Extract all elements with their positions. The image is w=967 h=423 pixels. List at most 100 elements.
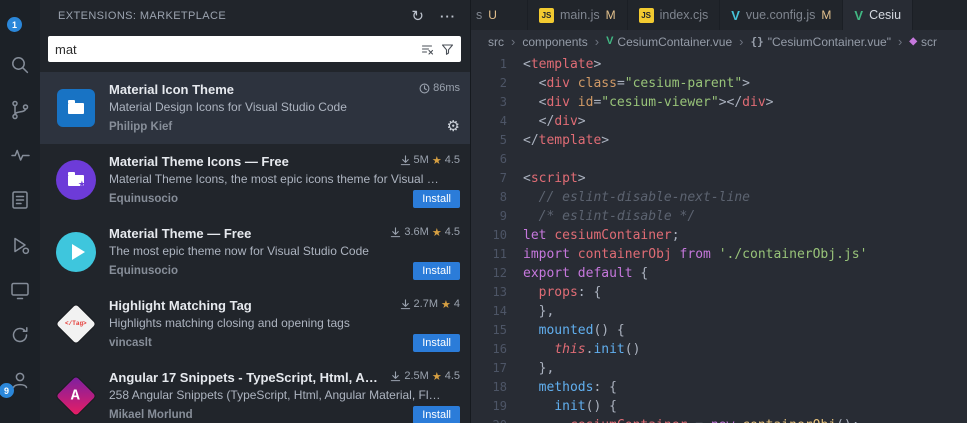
editor-group: s U JS main.js M JS index.cjs Vvue.config.js M V C…: [470, 0, 967, 423]
extension-stats: 86ms: [419, 82, 460, 94]
extension-list-item[interactable]: A Angular 17 Snippets - TypeScript, Html,…: [40, 360, 470, 423]
code-text: props: {: [538, 285, 602, 300]
extension-list-item[interactable]: Material Icon Theme 86ms Material Design I…: [40, 72, 470, 144]
breadcrumb-item[interactable]: components: [522, 35, 587, 49]
breadcrumb-item[interactable]: ◆ scr: [909, 35, 937, 49]
search-icon[interactable]: [7, 52, 33, 78]
download-icon: [400, 154, 411, 166]
circle-logo-shape: [56, 232, 96, 272]
tab-label: Cesiu: [869, 8, 902, 22]
line-number: 4: [499, 114, 507, 128]
filter-icon[interactable]: [441, 43, 461, 56]
install-button[interactable]: Install: [413, 261, 460, 280]
refresh-icon[interactable]: ↻: [411, 9, 424, 24]
extension-list-item[interactable]: Material Theme — Free 3.6M ★ 4.5 The most ep…: [40, 216, 470, 288]
vscode-window: 1 9 EXTENSIONS: MARKETPLACE ↻ ··· mat Ma…: [0, 0, 967, 423]
gear-icon[interactable]: ⚙: [447, 119, 460, 134]
extension-author: Equinusocio: [109, 192, 178, 205]
logo-glyph: A: [71, 387, 81, 405]
code-text: export default {: [523, 266, 649, 281]
breadcrumb-label: components: [522, 34, 588, 49]
rating-value: 4: [453, 298, 460, 310]
code-line: 14 },: [471, 302, 967, 321]
extension-description: Material Theme Icons, the most epic icon…: [109, 172, 439, 186]
breadcrumb-label: scr: [921, 34, 938, 49]
tab-bar: s U JS main.js M JS index.cjs Vvue.config.js M V C…: [471, 0, 967, 30]
code-text: import containerObj from './containerObj…: [523, 247, 868, 262]
extension-title: Angular 17 Snippets - TypeScript, Html, …: [109, 369, 383, 385]
editor-tab[interactable]: JS index.cjs: [627, 0, 721, 30]
line-number: 2: [499, 76, 507, 90]
code-text: methods: {: [538, 380, 617, 395]
editor-tab[interactable]: Vvue.config.js M: [720, 0, 844, 30]
editor-tab[interactable]: JS main.js M: [528, 0, 628, 30]
install-button[interactable]: Install: [413, 405, 460, 423]
folder-icon: ★: [68, 171, 86, 189]
line-number: 3: [499, 95, 507, 109]
rating-value: 4.5: [444, 226, 460, 238]
code-line: 12 export default {: [471, 264, 967, 283]
extension-description: 258 Angular Snippets (TypeScript, Html, …: [109, 388, 441, 402]
pulse-icon[interactable]: [7, 142, 33, 168]
install-button[interactable]: Install: [413, 189, 460, 208]
accounts-icon[interactable]: 9: [0, 367, 33, 398]
extension-description: Highlights matching closing and opening …: [109, 316, 350, 330]
tab-label: s: [476, 8, 483, 22]
line-number: 14: [492, 304, 507, 318]
circle-logo-shape: ★: [56, 160, 96, 200]
extension-author: Philipp Kief: [109, 120, 173, 133]
download-count: 2.7M: [413, 298, 438, 310]
line-number: 12: [492, 266, 507, 280]
sync-icon[interactable]: [7, 322, 33, 348]
star-icon: ★: [431, 370, 442, 383]
code-line: 20 cesiumContainer = new containerObj();: [471, 416, 967, 423]
extension-logo: [54, 230, 98, 274]
editor-tab[interactable]: sU: [471, 0, 528, 30]
rating-value: 4.5: [444, 370, 460, 382]
diamond-logo-shape: </Tag>: [56, 304, 96, 344]
code-line: 4 </div>: [471, 112, 967, 131]
star-icon: ★: [441, 298, 451, 311]
install-button[interactable]: Install: [413, 333, 460, 352]
clock-icon: [419, 83, 430, 94]
code-text: this.init(): [554, 342, 641, 357]
code-line: 1 <template>: [471, 55, 967, 74]
code-line: 7 <script>: [471, 169, 967, 188]
extension-list-item[interactable]: ★ Material Theme Icons — Free 5M ★ 4.5 Materi…: [40, 144, 470, 216]
more-actions-icon[interactable]: ···: [440, 10, 456, 23]
square-logo-shape: [57, 89, 95, 127]
run-debug-icon[interactable]: [7, 232, 33, 258]
line-number: 20: [471, 416, 523, 423]
extension-list-item[interactable]: </Tag> Highlight Matching Tag 2.7M ★ 4 Highli…: [40, 288, 470, 360]
code-text: <div id="cesium-viewer"></div>: [523, 95, 774, 110]
download-icon: [390, 226, 401, 238]
code-area[interactable]: 1 <template> 2 <div class="cesium-parent">…: [471, 53, 967, 423]
extensions-list: Material Icon Theme 86ms Material Design I…: [40, 72, 470, 423]
notebook-icon[interactable]: [7, 187, 33, 213]
code-text: cesiumContainer = new containerObj();: [523, 416, 860, 423]
source-control-icon[interactable]: [7, 97, 33, 123]
breadcrumb-item[interactable]: V CesiumContainer.vue: [606, 35, 732, 49]
tab-label: index.cjs: [659, 8, 709, 22]
remote-explorer-icon[interactable]: [7, 277, 33, 303]
extension-description: The most epic theme now for Visual Studi…: [109, 244, 369, 258]
breadcrumb-item[interactable]: src: [488, 35, 504, 49]
editor-tab[interactable]: V Cesiu: [843, 0, 914, 30]
breadcrumb-separator: ›: [511, 34, 516, 49]
breadcrumb-item[interactable]: {} "CesiumContainer.vue": [750, 35, 891, 49]
extension-logo: A: [54, 374, 98, 418]
breadcrumb-label: "CesiumContainer.vue": [767, 34, 891, 49]
search-input[interactable]: [48, 36, 421, 62]
breadcrumb-separator: ›: [739, 34, 744, 49]
extensions-sidebar: EXTENSIONS: MARKETPLACE ↻ ··· Material I…: [40, 0, 470, 423]
code-line: 17 },: [471, 359, 967, 378]
extension-stats: 3.6M ★ 4.5: [390, 226, 460, 239]
extension-logo: ★: [54, 158, 98, 202]
code-text: /* eslint-disable */: [523, 209, 696, 224]
logo-glyph: </Tag>: [65, 319, 87, 327]
star-cutout-icon: ★: [77, 178, 86, 189]
git-status-badge: M: [605, 8, 616, 22]
clear-search-icon[interactable]: [421, 43, 441, 56]
breadcrumb-separator: ›: [594, 34, 600, 49]
line-number: 18: [492, 380, 507, 394]
